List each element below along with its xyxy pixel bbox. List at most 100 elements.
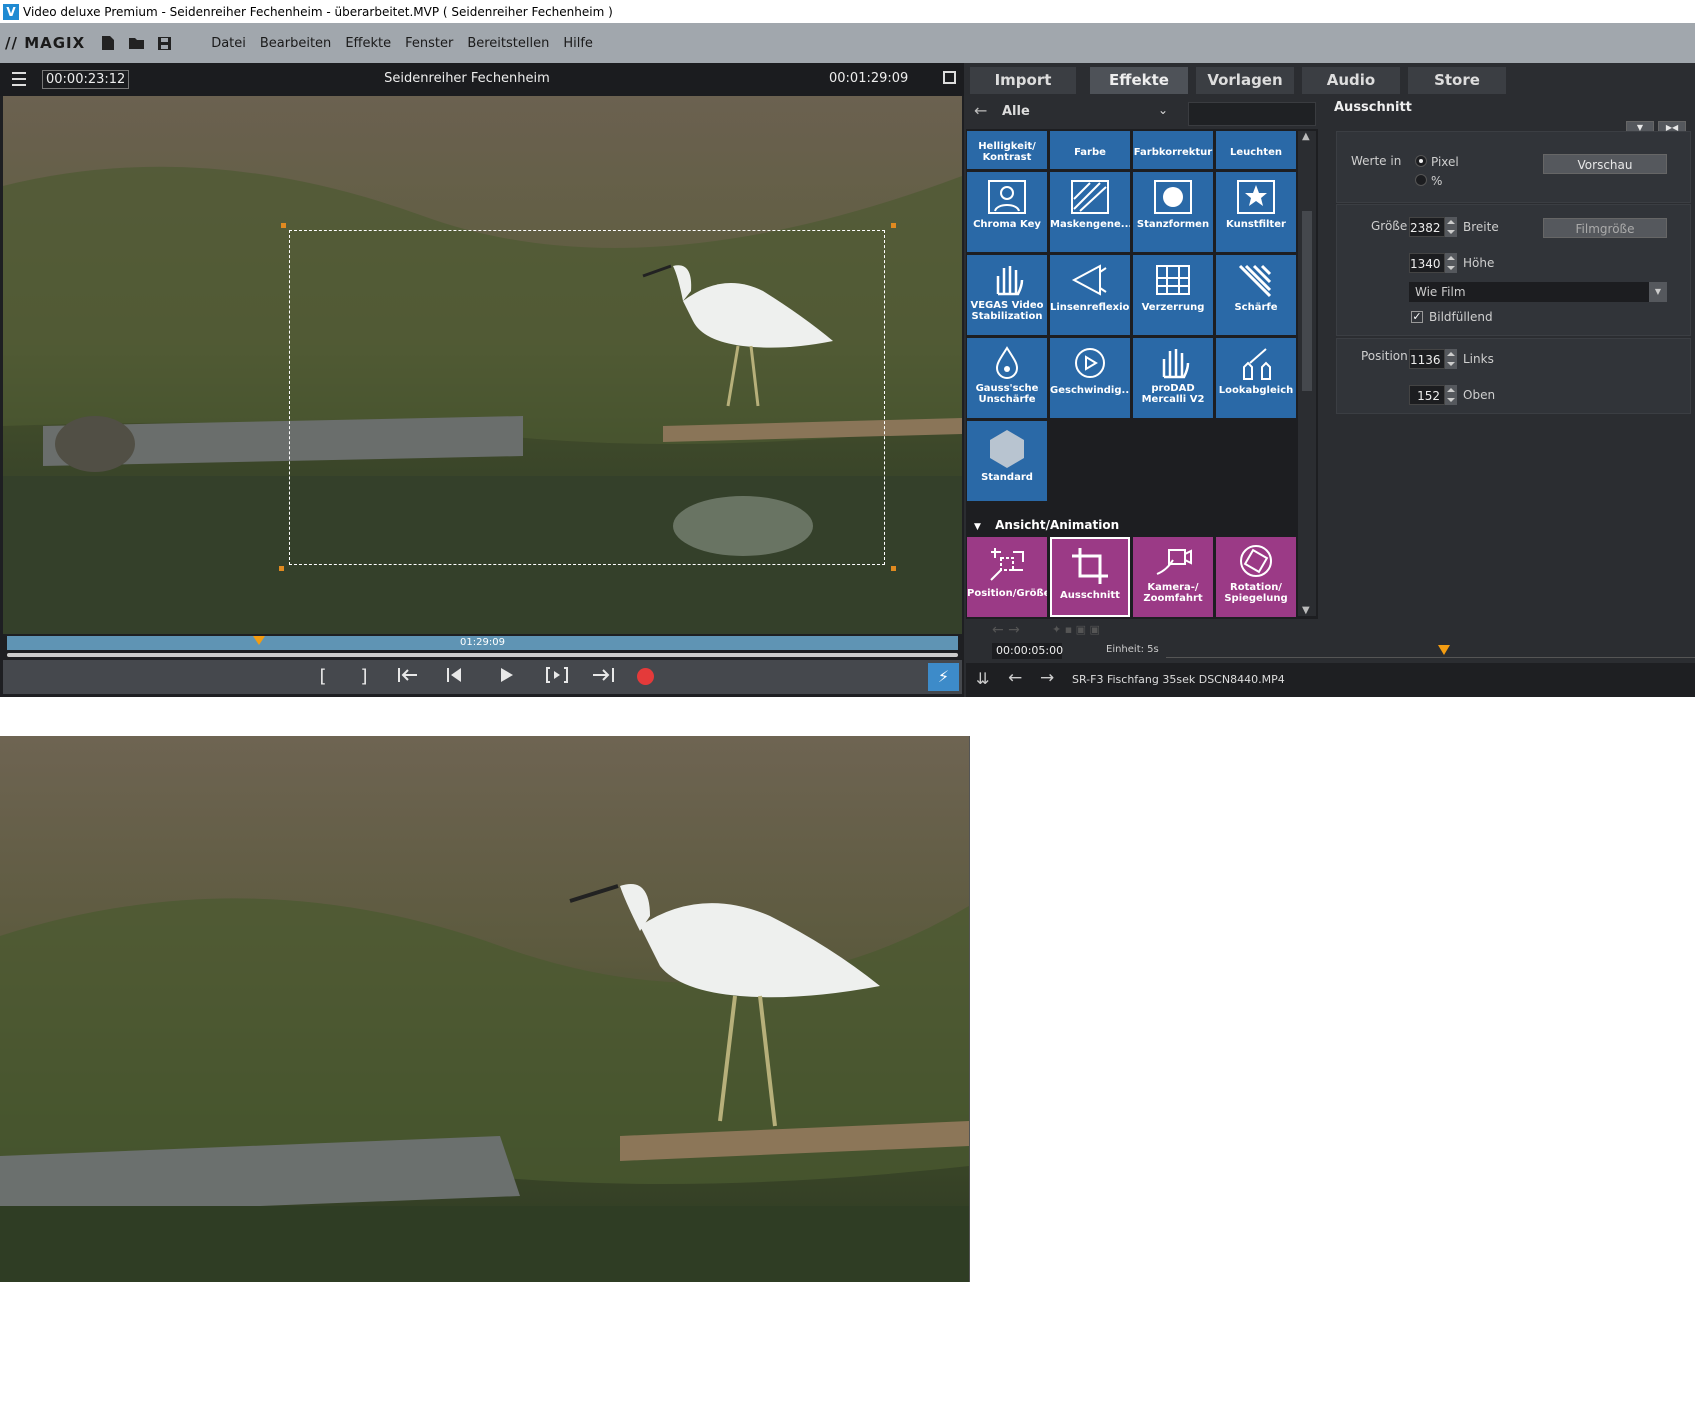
height-stepper[interactable] [1445,253,1457,273]
effect-tile-ausschnitt[interactable]: Ausschnitt [1050,537,1130,617]
previous-marker-icon[interactable] [443,666,465,688]
stabilization-icon [996,266,1024,296]
menu-bearbeiten[interactable]: Bearbeiten [260,36,331,51]
effect-tile-linsenreflexion[interactable]: Linsenreflexion [1050,255,1130,335]
effect-tile-farbe[interactable]: Farbe [1050,131,1130,169]
play-icon[interactable] [495,666,517,688]
browser-scrollbar[interactable]: ▲ ▼ [1298,131,1316,616]
collapse-down-icon[interactable]: ⇊ [976,669,989,688]
effect-tile-standard[interactable]: Standard [967,421,1047,501]
save-icon[interactable] [155,34,173,52]
width-stepper[interactable] [1445,217,1457,237]
effect-tile-gauss-blur[interactable]: Gauss'sche Unschärfe [967,338,1047,418]
effect-tile-verzerrung[interactable]: Verzerrung [1133,255,1213,335]
quick-effects-icon[interactable]: ⚡ [928,663,959,691]
scrollbar-thumb[interactable] [1302,211,1312,391]
undo-arrow-icon[interactable]: ← → [992,622,1020,638]
effect-tile-position-groesse[interactable]: Position/Größe [967,537,1047,617]
effect-tile-lookabgleich[interactable]: Lookabgleich [1216,338,1296,418]
mark-in-icon[interactable]: [ [314,666,332,688]
tile-label: Ausschnitt [1060,590,1120,601]
playhead-marker[interactable] [253,636,265,645]
left-input[interactable]: 1136 [1409,349,1445,369]
cropped-result-image [0,736,970,1282]
menu-effekte[interactable]: Effekte [345,36,391,51]
effect-tile-prodad-mercalli[interactable]: proDAD Mercalli V2 [1133,338,1213,418]
tab-effekte[interactable]: Effekte [1090,67,1188,94]
scrub-bar[interactable]: 01:29:09 [7,636,958,650]
tile-label: Leuchten [1229,147,1282,158]
effect-tile-leuchten[interactable]: Leuchten [1216,131,1296,169]
crop-frame[interactable] [289,230,885,565]
tab-audio[interactable]: Audio [1302,67,1400,94]
top-stepper[interactable] [1445,385,1457,405]
fullscreen-icon[interactable] [943,71,956,84]
keyframe-playhead[interactable] [1438,645,1450,655]
effect-tile-kamera-zoomfahrt[interactable]: Kamera-/ Zoomfahrt [1133,537,1213,617]
crop-handle-top-right[interactable] [891,223,896,228]
search-input[interactable] [1188,102,1316,126]
top-input[interactable]: 152 [1409,385,1445,405]
crop-handle-bottom-right[interactable] [891,566,896,571]
record-button[interactable] [637,668,654,685]
width-input[interactable]: 2382 [1409,217,1445,237]
filmgroesse-button[interactable]: Filmgröße [1543,218,1667,238]
keyframe-time-input[interactable]: 00:00:05:00 [992,643,1063,659]
tile-label: Stanzformen [1136,219,1210,230]
effect-tile-farbkorrektur[interactable]: Farbkorrektur [1133,131,1213,169]
effect-tile-stanzformen[interactable]: Stanzformen [1133,172,1213,252]
tab-store[interactable]: Store [1408,67,1506,94]
pixel-radio[interactable] [1415,155,1427,167]
scroll-down-icon[interactable]: ▼ [1302,605,1310,616]
mark-out-icon[interactable]: ] [355,666,373,688]
effect-tile-schaerfe[interactable]: Schärfe [1216,255,1296,335]
next-object-icon[interactable]: → [1040,668,1054,688]
effect-tile-chroma-key[interactable]: Chroma Key [967,172,1047,252]
go-to-out-icon[interactable] [590,666,616,688]
crop-handle-bottom-left[interactable] [279,566,284,571]
video-frame[interactable] [3,96,962,634]
mercalli-icon [1162,349,1190,379]
go-to-in-icon[interactable] [395,666,421,688]
left-stepper[interactable] [1445,349,1457,369]
play-range-icon[interactable] [544,666,570,688]
category-select[interactable]: Alle [1002,104,1030,119]
keyframe-tools-icon[interactable]: ✦ ▪ ▣ ▣ [1052,623,1100,636]
back-arrow-icon[interactable]: ← [974,101,987,120]
crop-handle-top-left[interactable] [281,223,286,228]
position-icon [990,548,1024,581]
menu-hilfe[interactable]: Hilfe [563,36,593,51]
effect-tile-maskengenerator[interactable]: Maskengene... [1050,172,1130,252]
height-input[interactable]: 1340 [1409,253,1445,273]
open-folder-icon[interactable] [127,34,145,52]
menu-datei[interactable]: Datei [211,36,246,51]
menu-bereitstellen[interactable]: Bereitstellen [467,36,549,51]
bildfuellend-label: Bildfüllend [1429,310,1493,324]
effect-tile-rotation-spiegelung[interactable]: Rotation/ Spiegelung [1216,537,1296,617]
vorschau-button[interactable]: Vorschau [1543,154,1667,174]
camera-zoom-icon [1156,549,1192,575]
aspect-dropdown[interactable]: Wie Film ▼ [1409,282,1667,302]
brand-name: MAGIX [24,34,86,52]
collapse-triangle-icon: ▼ [974,522,981,532]
keyframe-track[interactable] [1166,657,1695,658]
effect-tile-kunstfilter[interactable]: Kunstfilter [1216,172,1296,252]
tab-import[interactable]: Import [970,67,1076,94]
previous-object-icon[interactable]: ← [1008,668,1022,688]
percent-radio[interactable] [1415,174,1427,186]
effect-tile-geschwindigkeit[interactable]: Geschwindig... [1050,338,1130,418]
menu-fenster[interactable]: Fenster [405,36,453,51]
chevron-down-icon[interactable]: ⌄ [1158,103,1168,117]
section-header-ansicht-animation[interactable]: ▼ Ansicht/Animation [966,513,1296,537]
position-slider[interactable] [7,653,958,657]
tile-label: Verzerrung [1141,302,1205,313]
effect-tile-vegas-stabilization[interactable]: VEGAS Video Stabilization [967,255,1047,335]
scroll-up-icon[interactable]: ▲ [1302,131,1310,142]
effect-tile-helligkeit[interactable]: Helligkeit/ Kontrast [967,131,1047,169]
tile-label: Kunstfilter [1226,219,1286,230]
preview-monitor: 00:00:23:12 Seidenreiher Fechenheim 00:0… [0,63,964,697]
bildfuellend-checkbox[interactable]: ✓ [1411,311,1423,323]
tab-vorlagen[interactable]: Vorlagen [1196,67,1294,94]
unit-label: Einheit: 5s [1106,644,1159,655]
new-file-icon[interactable] [99,34,117,52]
